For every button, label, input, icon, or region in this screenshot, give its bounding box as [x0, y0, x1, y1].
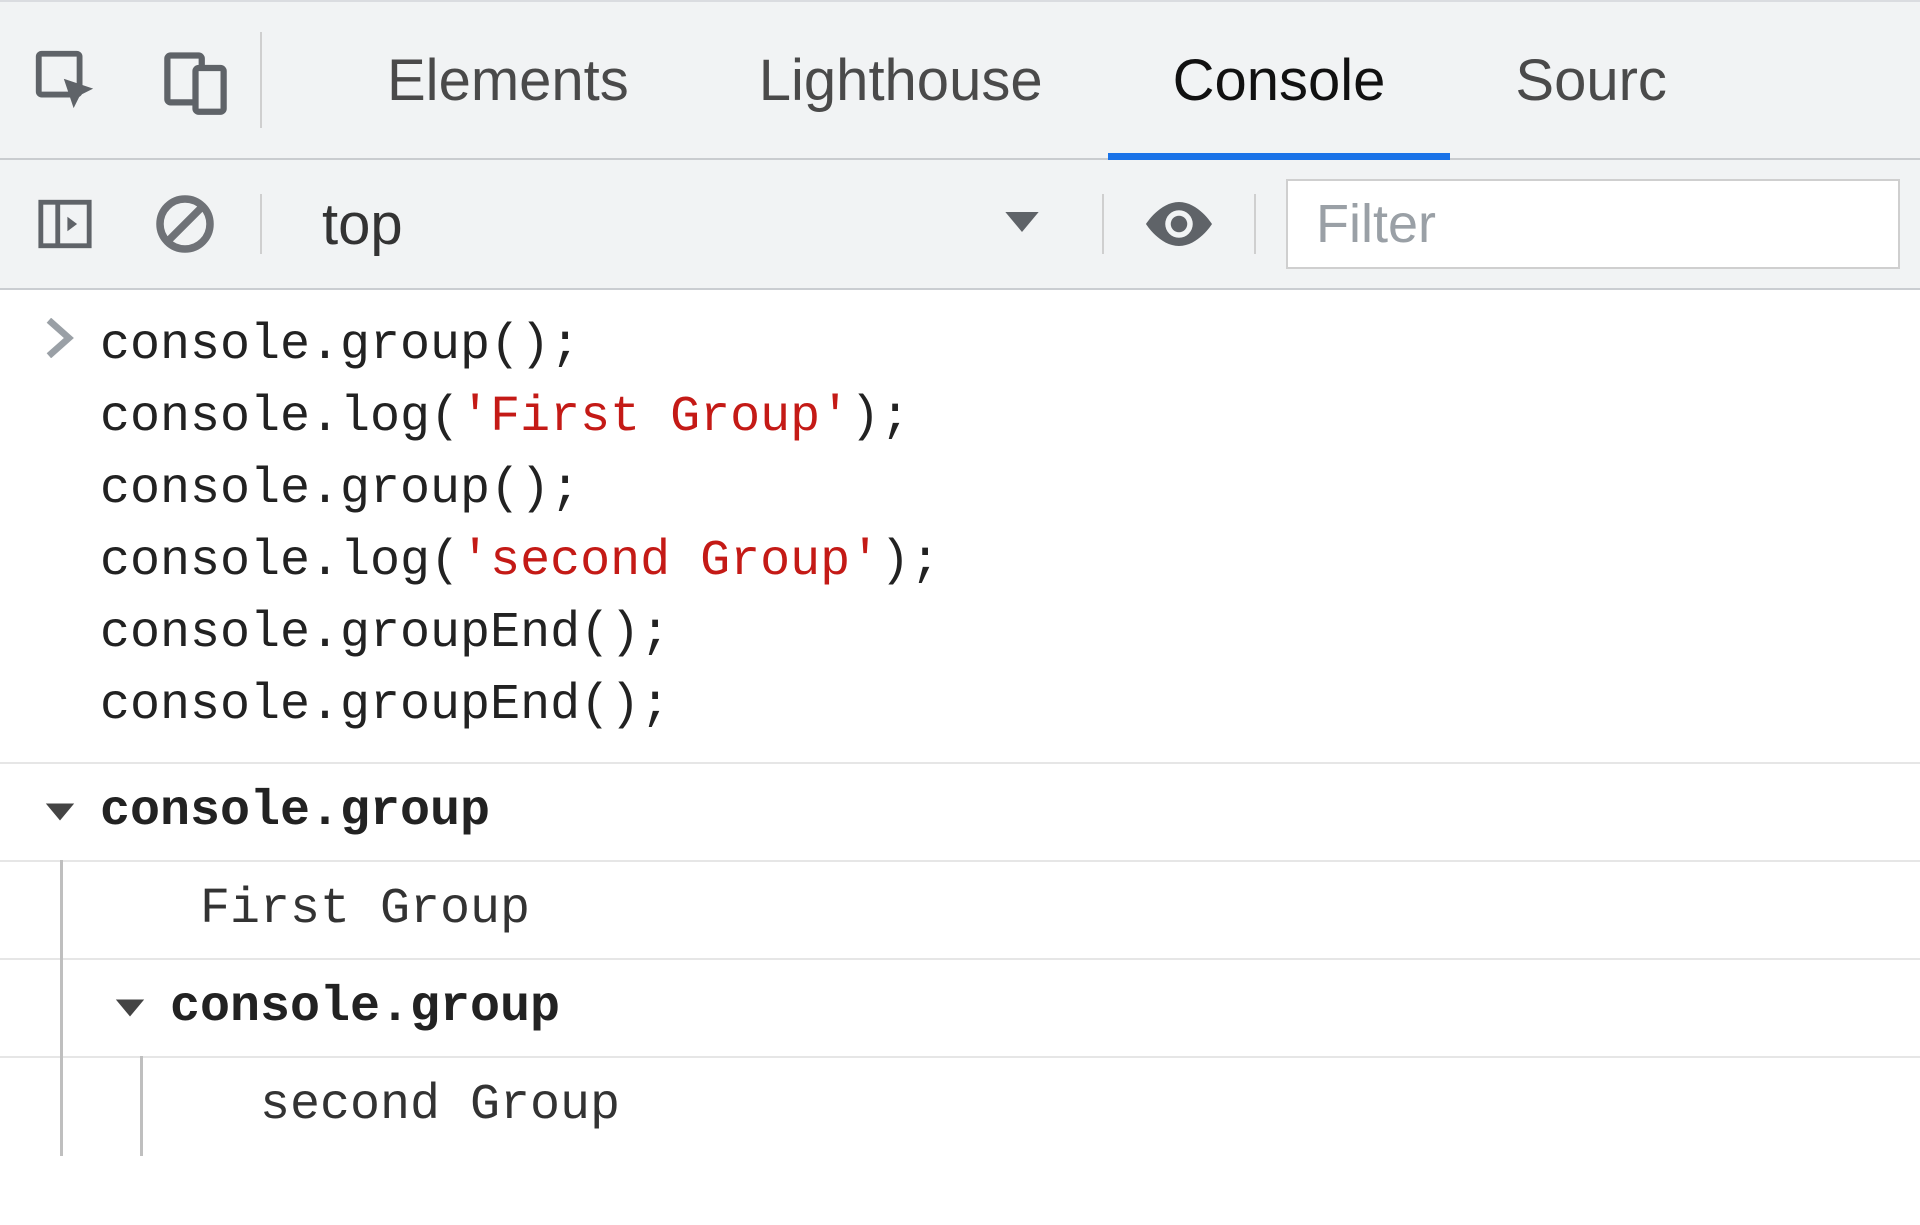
console-input-code: console.group(); console.log('First Grou…: [100, 310, 940, 742]
tab-label: Lighthouse: [759, 47, 1043, 114]
toggle-sidebar-icon[interactable]: [20, 195, 110, 253]
devtools-tabs: Elements Lighthouse Console Sourc: [262, 2, 1920, 158]
tab-elements[interactable]: Elements: [322, 2, 694, 158]
tab-console[interactable]: Console: [1108, 2, 1451, 158]
prompt-chevron-icon: [20, 310, 100, 358]
live-expression-icon[interactable]: [1134, 199, 1224, 249]
log-text: First Group: [20, 874, 530, 946]
group-guide-line: [60, 860, 63, 960]
console-toolbar: top: [0, 160, 1920, 290]
caret-down-icon: [90, 995, 170, 1021]
caret-down-icon: [20, 799, 100, 825]
toolbar-separator: [1102, 194, 1104, 254]
group-guide-line: [140, 1056, 143, 1156]
console-log-row[interactable]: second Group: [0, 1058, 1920, 1154]
context-selector[interactable]: top: [292, 191, 1072, 258]
context-label: top: [322, 191, 403, 258]
inspect-element-icon[interactable]: [0, 2, 130, 158]
console-log-row[interactable]: First Group: [0, 862, 1920, 960]
group-guide-line: [60, 1056, 63, 1156]
clear-console-icon[interactable]: [140, 194, 230, 254]
group-guide-line: [60, 958, 63, 1058]
tab-sources[interactable]: Sourc: [1450, 2, 1732, 158]
group-title: console.group: [170, 972, 560, 1044]
console-group-header[interactable]: console.group: [0, 764, 1920, 862]
filter-input[interactable]: [1316, 193, 1870, 255]
group-title: console.group: [100, 776, 490, 848]
tab-label: Console: [1173, 47, 1386, 114]
log-text: second Group: [20, 1070, 620, 1142]
console-body: console.group(); console.log('First Grou…: [0, 290, 1920, 1154]
tab-label: Sourc: [1515, 47, 1667, 114]
console-group-header[interactable]: console.group: [0, 960, 1920, 1058]
toolbar-separator: [260, 194, 262, 254]
device-toggle-icon[interactable]: [130, 2, 260, 158]
tab-label: Elements: [387, 47, 629, 114]
tab-lighthouse[interactable]: Lighthouse: [694, 2, 1108, 158]
devtools-tabstrip: Elements Lighthouse Console Sourc: [0, 0, 1920, 160]
console-input-entry[interactable]: console.group(); console.log('First Grou…: [0, 290, 1920, 764]
filter-box[interactable]: [1286, 179, 1900, 269]
toolbar-separator: [1254, 194, 1256, 254]
chevron-down-icon: [1002, 207, 1042, 242]
